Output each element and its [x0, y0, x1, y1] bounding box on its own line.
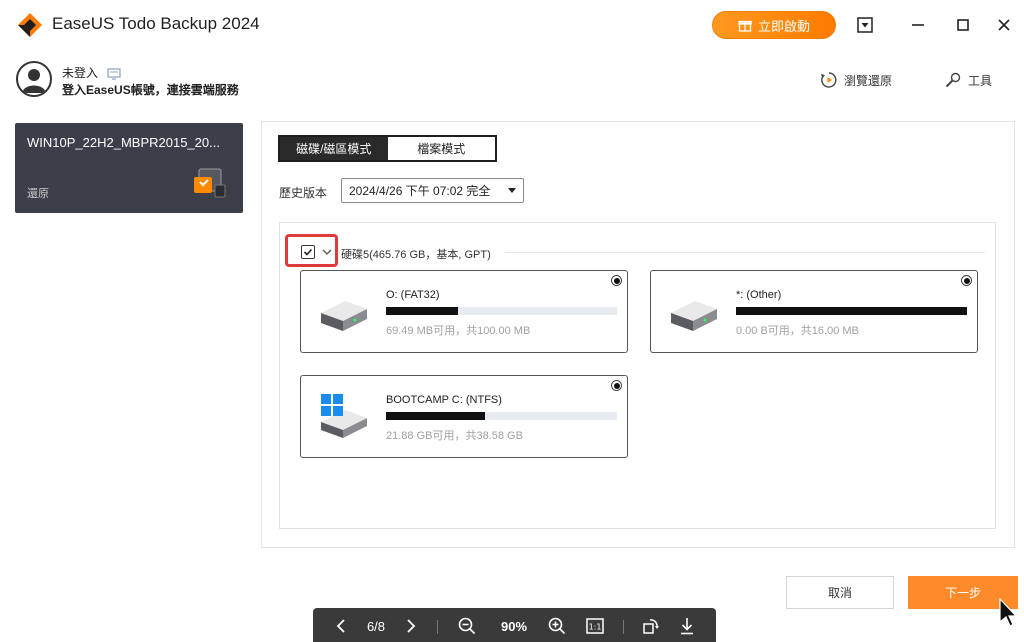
disk-backup-icon: [194, 168, 226, 198]
usage-bar-fill: [736, 307, 967, 315]
history-label: 歷史版本: [279, 186, 328, 200]
viewer-toolbar: 6/8 90% 1:1: [313, 608, 716, 642]
zoom-in-icon: [548, 617, 566, 635]
partition-card[interactable]: *: (Other) 0.00 B可用，共16.00 MB: [650, 270, 978, 353]
avatar[interactable]: [16, 61, 52, 97]
usage-bar: [736, 307, 967, 315]
maximize-button[interactable]: [952, 14, 974, 36]
close-icon: [998, 19, 1010, 31]
browse-restore-button[interactable]: 瀏覽還原: [820, 71, 892, 89]
user-name[interactable]: 未登入: [62, 64, 121, 81]
tools-label: 工具: [968, 73, 993, 88]
divider: [505, 252, 985, 253]
partition-size: 69.49 MB可用，共100.00 MB: [386, 325, 531, 337]
zoom-in-button[interactable]: [547, 617, 567, 635]
zoom-out-icon: [458, 617, 476, 635]
partition-label: *: (Other): [736, 289, 782, 301]
dropdown-arrow-icon: [508, 188, 516, 193]
edit-note-icon: [107, 68, 121, 80]
usage-bar-fill: [386, 307, 458, 315]
drive-icon: [321, 301, 367, 331]
divider: [437, 620, 438, 634]
title-bar: EaseUS Todo Backup 2024 立即啟動: [0, 0, 1024, 50]
dropdown-menu-button[interactable]: [854, 14, 876, 36]
login-prompt[interactable]: 登入EaseUS帳號，連接雲端服務: [62, 81, 239, 98]
backup-task-card[interactable]: WIN10P_22H2_MBPR2015_20... 還原: [15, 123, 243, 213]
actual-size-button[interactable]: 1:1: [585, 617, 605, 635]
usage-bar-fill: [386, 412, 486, 420]
zoom-level: 90%: [500, 618, 528, 634]
partition-label: O: (FAT32): [386, 289, 440, 301]
minimize-button[interactable]: [907, 14, 929, 36]
chevron-left-icon: [336, 619, 345, 633]
tab-disk-mode[interactable]: 磁碟/磁區模式: [280, 137, 388, 160]
partition-label: BOOTCAMP C: (NTFS): [386, 394, 502, 406]
drive-icon: [671, 301, 717, 331]
mouse-cursor-icon: [999, 598, 1018, 627]
backup-status: 還原: [27, 188, 49, 200]
svg-text:1:1: 1:1: [589, 623, 602, 632]
minimize-icon: [912, 24, 924, 26]
chevron-right-icon: [407, 619, 416, 633]
highlight-annotation: [285, 234, 338, 267]
gift-icon: [738, 20, 752, 32]
tools-button[interactable]: 工具: [944, 71, 992, 89]
history-version-select[interactable]: 2024/4/26 下午 07:02 完全: [341, 178, 524, 203]
windows-drive-icon: [321, 394, 367, 438]
close-button[interactable]: [993, 14, 1015, 36]
partition-radio[interactable]: [611, 380, 622, 391]
actual-size-icon: 1:1: [586, 618, 604, 634]
wrench-icon: [945, 72, 961, 88]
prev-page-button[interactable]: [331, 617, 351, 635]
usage-bar: [386, 412, 617, 420]
partition-card[interactable]: BOOTCAMP C: (NTFS) 21.88 GB可用，共38.58 GB: [300, 375, 628, 458]
partition-size: 0.00 B可用，共16.00 MB: [736, 325, 859, 337]
tab-file-mode[interactable]: 檔案模式: [387, 137, 495, 160]
easeus-logo-icon: [18, 13, 42, 37]
user-icon: [22, 69, 46, 93]
browse-restore-label: 瀏覽還原: [844, 73, 893, 88]
download-icon: [681, 618, 693, 635]
history-value: 2024/4/26 下午 07:02 完全: [349, 184, 491, 198]
partition-card[interactable]: O: (FAT32) 69.49 MB可用，共100.00 MB: [300, 270, 628, 353]
partition-radio[interactable]: [611, 275, 622, 286]
download-button[interactable]: [677, 617, 697, 635]
restore-icon: [821, 72, 837, 88]
partition-radio[interactable]: [961, 275, 972, 286]
cancel-button[interactable]: 取消: [786, 576, 894, 609]
dropdown-box-icon: [857, 17, 873, 33]
maximize-icon: [957, 19, 969, 31]
usage-bar: [386, 307, 617, 315]
mode-toggle: 磁碟/磁區模式 檔案模式: [278, 135, 497, 162]
partition-size: 21.88 GB可用，共38.58 GB: [386, 430, 523, 442]
activate-label: 立即啟動: [757, 18, 810, 34]
zoom-out-button[interactable]: [457, 617, 477, 635]
backup-name: WIN10P_22H2_MBPR2015_20...: [27, 135, 220, 150]
app-title: EaseUS Todo Backup 2024: [52, 14, 260, 33]
disk-title: 硬碟5(465.76 GB，基本, GPT): [341, 249, 491, 261]
page-indicator: 6/8: [366, 618, 386, 634]
divider: [623, 620, 624, 634]
activate-button[interactable]: 立即啟動: [712, 11, 836, 39]
rotate-icon: [643, 619, 659, 634]
rotate-button[interactable]: [641, 617, 661, 635]
next-page-button[interactable]: [401, 617, 421, 635]
